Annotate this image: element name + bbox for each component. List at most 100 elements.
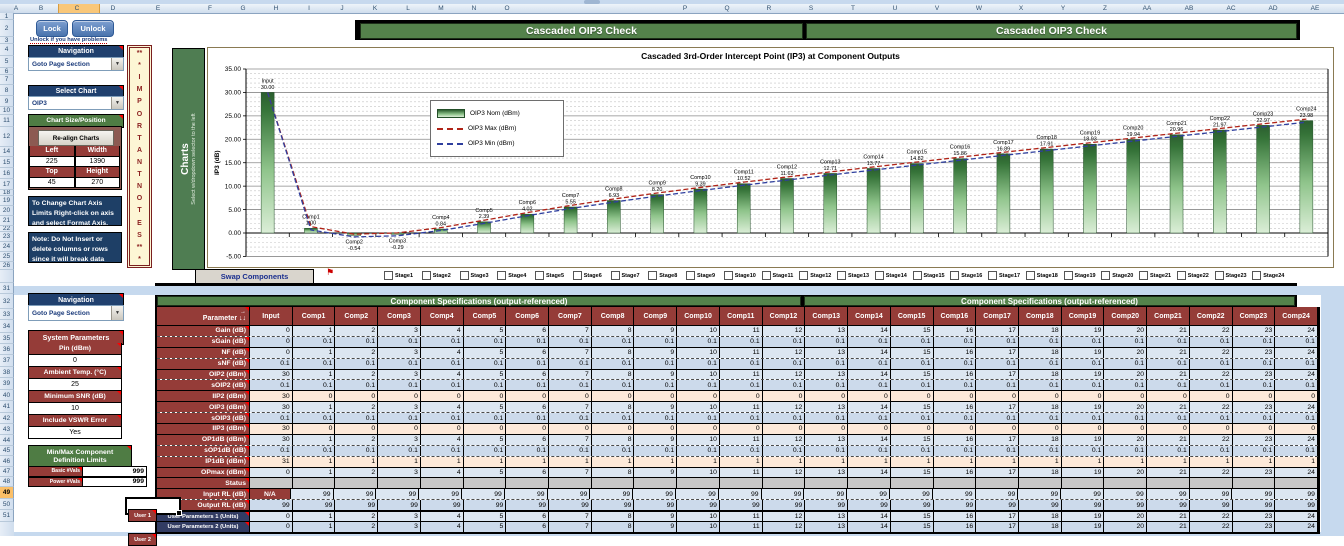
spec-cell[interactable]: 99 (932, 489, 976, 500)
spec-cell[interactable]: 0.1 (1189, 336, 1233, 347)
spec-cell[interactable]: 0.1 (634, 413, 678, 424)
spec-column-header[interactable]: Comp18 (1018, 307, 1062, 325)
spec-cell[interactable]: 0.1 (1104, 358, 1148, 369)
spec-cell[interactable]: 9 (634, 467, 678, 478)
spec-cell[interactable]: 5 (463, 434, 507, 445)
stage-checkbox-item[interactable]: Stage7 (610, 271, 640, 280)
checkbox[interactable] (1252, 271, 1262, 280)
spec-cell[interactable]: 99 (1146, 489, 1190, 500)
spec-cell[interactable]: 0.1 (677, 336, 720, 347)
spec-cell[interactable]: 16 (933, 369, 977, 380)
row-header[interactable]: 50 (0, 499, 14, 510)
spec-cell[interactable]: 9 (634, 434, 678, 445)
spec-cell[interactable]: 1 (292, 402, 336, 413)
spec-cell[interactable]: 4 (420, 326, 464, 336)
spec-cell[interactable]: 4 (420, 522, 464, 532)
spec-cell[interactable]: 0.1 (1104, 413, 1148, 424)
spec-cell[interactable]: 14 (848, 522, 891, 532)
spec-cell[interactable]: 99 (461, 489, 505, 500)
spec-cell[interactable]: 0.1 (420, 358, 464, 369)
spec-cell[interactable]: 22 (1189, 369, 1233, 380)
stage-checkbox-item[interactable]: Stage22 (1176, 271, 1209, 280)
spec-cell[interactable]: 13 (805, 326, 849, 336)
spec-cell[interactable]: 0 (549, 391, 592, 402)
row-header[interactable]: 40 (0, 390, 14, 401)
spec-cell[interactable]: 0.1 (549, 380, 592, 391)
spec-cell[interactable] (719, 478, 763, 489)
spec-cell[interactable]: 8 (591, 434, 635, 445)
spec-cell[interactable]: 3 (378, 522, 421, 532)
spec-cell[interactable]: 1 (591, 456, 635, 467)
spec-cell[interactable]: 12 (762, 434, 806, 445)
spec-cell[interactable]: 24 (1275, 369, 1318, 380)
spec-cell[interactable]: 1 (292, 434, 336, 445)
spec-cell[interactable]: 0.1 (1275, 413, 1318, 424)
spec-cell[interactable]: 21 (1147, 347, 1190, 358)
spec-cell[interactable]: 3 (378, 434, 421, 445)
top-value[interactable]: 45 (29, 177, 75, 188)
spec-cell[interactable]: 99 (933, 500, 977, 511)
stage-checkbox-item[interactable]: Stage2 (421, 271, 451, 280)
spec-cell[interactable]: 10 (677, 347, 720, 358)
spec-cell[interactable]: 9 (634, 369, 678, 380)
spec-cell[interactable]: 0 (634, 424, 678, 434)
spec-cell[interactable]: 0.1 (976, 336, 1019, 347)
spec-cell[interactable]: 0.1 (1232, 380, 1276, 391)
spec-cell[interactable]: 17 (976, 347, 1019, 358)
spec-cell[interactable] (292, 478, 336, 489)
spec-cell[interactable]: 6 (506, 347, 550, 358)
spec-column-header[interactable]: Comp15 (890, 307, 934, 325)
checkbox[interactable] (874, 271, 884, 280)
chevron-down-icon[interactable]: ▼ (111, 306, 123, 320)
spec-cell[interactable]: 9 (634, 326, 678, 336)
spec-cell[interactable]: 0.1 (1018, 445, 1062, 456)
spec-column-header[interactable]: Comp16 (933, 307, 977, 325)
stage-checkbox-item[interactable]: Stage5 (535, 271, 564, 280)
spec-cell[interactable]: 99 (1103, 489, 1147, 500)
row-header[interactable]: 32 (0, 294, 14, 309)
column-header[interactable]: J (327, 4, 357, 13)
spec-cell[interactable]: 0.1 (591, 413, 635, 424)
row-header[interactable]: 36 (0, 344, 14, 355)
checkbox[interactable] (1176, 271, 1186, 280)
spec-cell[interactable]: 22 (1189, 402, 1233, 413)
spec-cell[interactable]: 11 (719, 369, 763, 380)
column-header[interactable]: AC (1216, 4, 1246, 13)
spec-cell[interactable]: 99 (506, 500, 550, 511)
checkbox[interactable] (950, 271, 960, 280)
spec-cell[interactable]: 10 (677, 512, 720, 522)
column-header[interactable]: T (838, 4, 868, 13)
spec-cell[interactable]: 0.1 (250, 445, 293, 456)
spec-cell[interactable]: 0 (506, 391, 550, 402)
row-header[interactable]: 19 (0, 196, 14, 206)
spec-cell[interactable]: 3 (378, 402, 421, 413)
spec-cell[interactable]: 19 (1061, 522, 1105, 532)
spec-cell[interactable]: 0.1 (805, 413, 849, 424)
spec-cell[interactable]: 16 (933, 467, 977, 478)
spec-cell[interactable]: 0.1 (933, 336, 977, 347)
checkbox[interactable] (686, 271, 695, 280)
spec-cell[interactable]: 16 (933, 434, 977, 445)
spec-cell[interactable]: 0.1 (1018, 358, 1062, 369)
spec-cell[interactable]: 0 (335, 424, 379, 434)
spec-cell[interactable]: 23 (1232, 369, 1276, 380)
spec-cell[interactable]: 23 (1232, 522, 1276, 532)
column-header[interactable]: I (294, 4, 324, 13)
spec-cell[interactable]: 0 (1018, 424, 1062, 434)
spec-cell[interactable]: 8 (591, 522, 635, 532)
spec-cell[interactable]: 2 (335, 326, 379, 336)
spec-cell[interactable]: 0 (805, 424, 849, 434)
spec-cell[interactable]: 20 (1104, 369, 1148, 380)
spec-cell[interactable]: 99 (1275, 500, 1318, 511)
spec-cell[interactable]: 0 (1232, 391, 1276, 402)
row-header[interactable]: 39 (0, 378, 14, 390)
spec-cell[interactable]: 99 (335, 500, 379, 511)
charts-panel-tab[interactable]: Charts Select w/dropdown selector to the… (172, 48, 205, 270)
spec-cell[interactable]: 0.1 (250, 358, 293, 369)
spec-cell[interactable]: 10 (677, 467, 720, 478)
spec-cell[interactable]: 8 (591, 369, 635, 380)
stage-checkbox-item[interactable]: Stage17 (988, 271, 1020, 280)
spec-cell[interactable]: 0.1 (976, 358, 1019, 369)
spec-cell[interactable]: 23 (1232, 434, 1276, 445)
spec-cell[interactable]: 16 (933, 326, 977, 336)
